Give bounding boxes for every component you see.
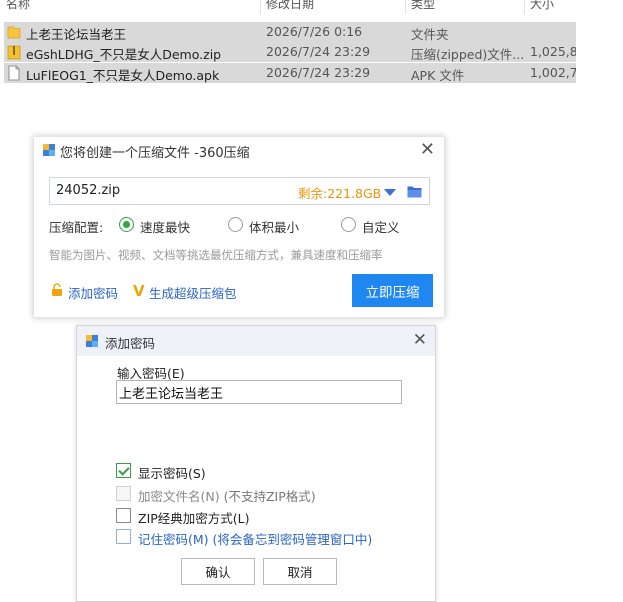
column-divider [405,0,406,14]
file-size: 1,025,80 [530,44,576,59]
checkbox-label: 加密文件名(N) (不支持ZIP格式) [138,489,316,504]
checkbox-note: (不支持ZIP格式) [223,489,316,504]
cancel-button[interactable]: 取消 [263,558,337,585]
radio-dot [341,217,356,232]
radio-label: 自定义 [362,220,400,235]
column-divider [260,0,261,14]
apk-file-icon [8,65,20,81]
compress-dialog: 您将创建一个压缩文件 -360压缩 ✕ 24052.zip 剩余:221.8GB… [33,136,445,318]
column-divider [524,0,525,14]
file-row-apk[interactable]: LuFlEOG1_不只是女人Demo.apk 2026/7/24 23:29 A… [4,63,576,83]
file-size: 1,002,78 [530,65,576,80]
file-name: eGshLDHG_不只是女人Demo.zip [26,47,222,62]
lock-icon [52,283,62,296]
checkbox-label: ZIP经典加密方式(L) [138,511,250,526]
add-password-dialog: 添加密码 ✕ 输入密码(E) 显示密码(S) 加密文件名(N) (不支持ZIP格… [76,325,436,602]
output-path-field[interactable]: 24052.zip 剩余:221.8GB [49,177,430,205]
smart-compress-hint: 智能为图片、视频、文档等挑选最优压缩方式，兼具速度和压缩率 [49,248,383,262]
folder-browse-icon[interactable] [407,185,422,198]
file-name: LuFlEOG1_不只是女人Demo.apk [26,68,220,83]
file-date: 2026/7/24 23:29 [266,65,371,80]
radio-label: 速度最快 [140,220,191,235]
column-header-size[interactable]: 大小 [530,0,554,12]
checkbox-note: (将会备忘到密码管理窗口中) [212,532,373,547]
file-date: 2026/7/24 23:29 [266,44,371,59]
confirm-button[interactable]: 确认 [181,558,255,585]
super-archive-icon: V [133,282,145,300]
file-list-header: 名称 修改日期 类型 大小 [0,0,580,14]
free-space-label: 剩余:221.8GB [298,186,382,201]
radio-dot [119,217,134,232]
compress-now-button[interactable]: 立即压缩 [352,274,433,307]
super-archive-link[interactable]: 生成超级压缩包 [149,283,237,302]
radio-label: 体积最小 [249,220,300,235]
dialog-title: 您将创建一个压缩文件 -360压缩 [60,146,250,161]
chevron-down-icon[interactable] [384,189,396,196]
checkbox-box [116,529,131,544]
file-row-zip[interactable]: eGshLDHG_不只是女人Demo.zip 2026/7/24 23:29 压… [4,42,576,62]
file-type: 文件夹 [411,27,449,42]
checkbox-box [116,508,131,523]
zip-file-icon [7,45,21,60]
file-type: 压缩(zipped)文件... [411,47,525,62]
archive-app-icon [43,144,55,156]
dialog-title: 添加密码 [105,336,156,351]
column-header-date[interactable]: 修改日期 [266,0,314,12]
checkbox-box [116,486,131,501]
radio-dot [228,217,243,232]
checkbox-label: 显示密码(S) [138,466,206,481]
folder-icon [7,26,21,39]
add-password-link[interactable]: 添加密码 [68,283,118,302]
close-icon[interactable]: ✕ [413,330,427,350]
checkbox-label: 记住密码(M) (将会备忘到密码管理窗口中) [138,532,373,547]
archive-app-icon [86,335,98,347]
file-type: APK 文件 [411,68,465,83]
checkbox-box [116,463,131,478]
compress-config-label: 压缩配置: [49,220,104,235]
close-icon[interactable]: ✕ [420,139,435,160]
password-input[interactable] [116,380,402,404]
column-header-type[interactable]: 类型 [411,0,435,12]
output-path-value: 24052.zip [56,183,121,198]
column-header-name[interactable]: 名称 [6,0,30,12]
file-name: 上老王论坛当老王 [26,27,127,42]
file-row-folder[interactable]: 上老王论坛当老王 2026/7/26 0:16 文件夹 [4,22,576,42]
file-date: 2026/7/26 0:16 [266,24,363,39]
dialog-titlebar: 添加密码 ✕ [77,326,435,356]
